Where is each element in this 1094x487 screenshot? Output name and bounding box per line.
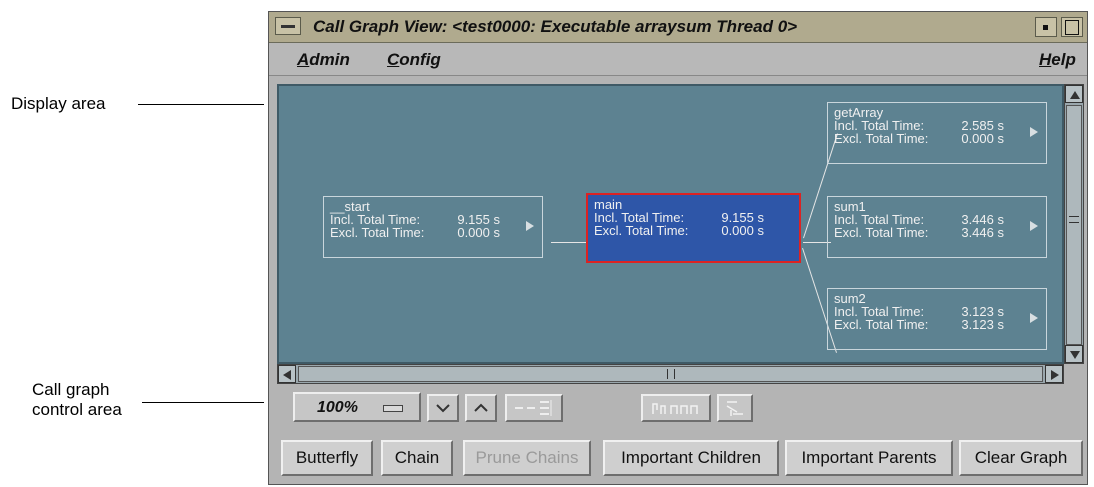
- overview-button[interactable]: [505, 394, 563, 422]
- important-parents-button[interactable]: Important Parents: [785, 440, 953, 476]
- edge-start-main: [551, 242, 589, 243]
- realign-button[interactable]: [717, 394, 753, 422]
- node-start[interactable]: __start Incl. Total Time: 9.155 s Excl. T…: [323, 196, 543, 258]
- excl-label: Excl. Total Time:: [834, 131, 929, 146]
- tree-layout-icon: [652, 403, 698, 414]
- scroll-left-button[interactable]: [278, 365, 296, 383]
- excl-value: 0.000 s: [457, 225, 500, 240]
- excl-value: 0.000 s: [721, 223, 764, 238]
- menu-config[interactable]: Config: [387, 50, 441, 70]
- scroll-right-button[interactable]: [1045, 365, 1063, 383]
- arrow-right-icon: [1051, 370, 1059, 380]
- rotate-graph-button[interactable]: [641, 394, 711, 422]
- node-sum2[interactable]: sum2 Incl. Total Time: 3.123 s Excl. Tota…: [827, 288, 1047, 350]
- node-getarray[interactable]: getArray Incl. Total Time: 2.585 s Excl. …: [827, 102, 1047, 164]
- expand-arrow-icon[interactable]: [1030, 313, 1038, 323]
- chain-button[interactable]: Chain: [381, 440, 453, 476]
- scroll-down-button[interactable]: [1065, 345, 1083, 363]
- excl-value: 3.446 s: [961, 225, 1004, 240]
- node-main[interactable]: main Incl. Total Time: 9.155 s Excl. Tota…: [586, 193, 801, 263]
- graph-overview-icon: [515, 400, 552, 416]
- excl-label: Excl. Total Time:: [834, 225, 929, 240]
- title-bar: Call Graph View: <test0000: Executable a…: [269, 12, 1087, 43]
- excl-label: Excl. Total Time:: [834, 317, 929, 332]
- call-graph-window: Call Graph View: <test0000: Executable a…: [268, 11, 1088, 485]
- menu-admin[interactable]: Admin: [297, 50, 350, 70]
- butterfly-button[interactable]: Butterfly: [281, 440, 373, 476]
- horizontal-scroll-thumb[interactable]: [298, 366, 1043, 382]
- control-area-callout-line: [142, 402, 264, 403]
- window-title: Call Graph View: <test0000: Executable a…: [313, 17, 798, 36]
- excl-value: 3.123 s: [961, 317, 1004, 332]
- vertical-scrollbar[interactable]: [1064, 84, 1084, 364]
- chevron-down-icon: [436, 404, 450, 413]
- zoom-in-button[interactable]: [465, 394, 497, 422]
- arrow-up-icon: [1070, 91, 1080, 99]
- display-area-callout: Display area: [11, 94, 106, 113]
- arrow-down-icon: [1070, 351, 1080, 359]
- minimize-button[interactable]: [1035, 17, 1057, 37]
- graph-display-area[interactable]: __start Incl. Total Time: 9.155 s Excl. T…: [277, 84, 1064, 364]
- excl-label: Excl. Total Time:: [330, 225, 425, 240]
- horizontal-scrollbar[interactable]: [277, 364, 1064, 384]
- node-sum1[interactable]: sum1 Incl. Total Time: 3.446 s Excl. Tota…: [827, 196, 1047, 258]
- display-area-callout-line: [138, 104, 264, 105]
- zoom-menu[interactable]: 100%: [293, 392, 421, 422]
- expand-arrow-icon[interactable]: [526, 221, 534, 231]
- clear-graph-button[interactable]: Clear Graph: [959, 440, 1083, 476]
- control-area-callout-line1: Call graph: [32, 380, 110, 399]
- excl-value: 0.000 s: [961, 131, 1004, 146]
- important-children-button[interactable]: Important Children: [603, 440, 779, 476]
- excl-label: Excl. Total Time:: [594, 223, 689, 238]
- expand-arrow-icon[interactable]: [1030, 127, 1038, 137]
- maximize-button[interactable]: [1061, 17, 1083, 37]
- menu-help[interactable]: Help: [1039, 50, 1076, 70]
- realign-icon: [726, 401, 743, 416]
- zoom-menu-indicator: [383, 405, 403, 412]
- vertical-scroll-thumb[interactable]: [1066, 105, 1082, 345]
- scroll-up-button[interactable]: [1065, 85, 1083, 103]
- arrow-left-icon: [283, 370, 291, 380]
- zoom-out-button[interactable]: [427, 394, 459, 422]
- expand-arrow-icon[interactable]: [1030, 221, 1038, 231]
- chevron-up-icon: [474, 403, 488, 412]
- menu-bar: Admin Config Help: [269, 43, 1087, 76]
- zoom-value: 100%: [317, 399, 358, 416]
- prune-chains-button[interactable]: Prune Chains: [463, 440, 591, 476]
- window-menu-button[interactable]: [275, 17, 301, 35]
- control-area-callout-line2: control area: [32, 400, 122, 419]
